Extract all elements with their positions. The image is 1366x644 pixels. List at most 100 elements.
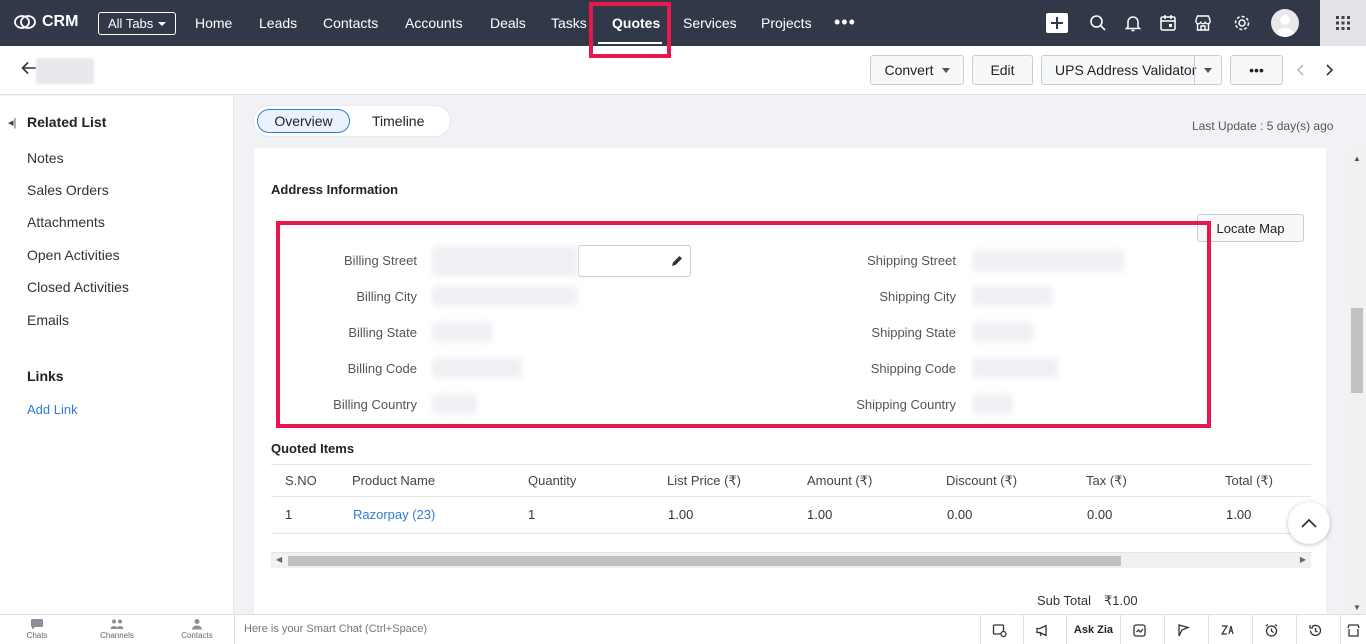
chevron-down-icon[interactable] bbox=[1204, 68, 1212, 73]
apps-grid-button[interactable] bbox=[1320, 0, 1366, 46]
convert-label: Convert bbox=[884, 62, 934, 78]
marketplace-icon[interactable] bbox=[1193, 13, 1213, 33]
crm-logo[interactable]: CRM bbox=[14, 13, 78, 31]
contacts-button[interactable]: Contacts bbox=[173, 618, 221, 640]
sub-total-value: ₹1.00 bbox=[1104, 593, 1138, 608]
avatar[interactable] bbox=[1271, 9, 1299, 37]
screen-share-button[interactable] bbox=[980, 615, 1018, 644]
scrolled-out-row bbox=[282, 142, 1182, 152]
recent-history-button[interactable] bbox=[1296, 615, 1334, 644]
tab-services[interactable]: Services bbox=[683, 15, 737, 31]
zia-icon bbox=[1220, 624, 1234, 635]
edit-label: Edit bbox=[990, 62, 1015, 78]
sidebar-item-closed-activities[interactable]: Closed Activities bbox=[27, 279, 129, 295]
sidebar-item-notes[interactable]: Notes bbox=[27, 150, 64, 166]
tab-deals[interactable]: Deals bbox=[490, 15, 526, 31]
cell-discount: 0.00 bbox=[947, 507, 973, 522]
sidebar-item-emails[interactable]: Emails bbox=[27, 312, 69, 328]
tab-tasks[interactable]: Tasks bbox=[551, 15, 587, 31]
app-name: CRM bbox=[42, 13, 79, 30]
bottom-bar: Chats Channels Contacts Here is your Sma… bbox=[0, 614, 1366, 644]
reminders-button[interactable] bbox=[1252, 615, 1290, 644]
chats-button[interactable]: Chats bbox=[13, 618, 61, 640]
sub-total-label: Sub Total bbox=[1037, 593, 1091, 608]
all-tabs-dropdown[interactable]: All Tabs bbox=[98, 12, 177, 35]
scroll-right-icon[interactable]: ▶ bbox=[1300, 555, 1306, 564]
search-icon[interactable] bbox=[1088, 13, 1108, 33]
column-header-amount: Amount (₹) bbox=[807, 473, 873, 488]
column-header-discount: Discount (₹) bbox=[946, 473, 1018, 488]
ups-address-validator-button[interactable]: UPS Address Validator bbox=[1041, 55, 1222, 85]
tab-overview[interactable]: Overview bbox=[257, 109, 350, 133]
cell-tax: 0.00 bbox=[1087, 507, 1113, 522]
tab-contacts[interactable]: Contacts bbox=[323, 15, 378, 31]
column-header-product-name: Product Name bbox=[352, 473, 436, 488]
links-title: Links bbox=[27, 368, 64, 384]
channels-icon bbox=[110, 619, 124, 629]
locate-map-button[interactable]: Locate Map bbox=[1197, 214, 1304, 242]
channels-button[interactable]: Channels bbox=[93, 618, 141, 640]
history-icon bbox=[1309, 624, 1322, 636]
collapse-sidebar-icon[interactable]: ◂| bbox=[8, 116, 16, 129]
chevron-down-icon bbox=[158, 21, 167, 26]
more-actions-button[interactable]: ••• bbox=[1230, 55, 1283, 85]
sidebar-item-attachments[interactable]: Attachments bbox=[27, 214, 105, 230]
convert-button[interactable]: Convert bbox=[870, 55, 964, 85]
bottom-bar-divider bbox=[234, 615, 235, 644]
cell-sno: 1 bbox=[285, 507, 293, 522]
horizontal-scroll-thumb[interactable] bbox=[288, 556, 1121, 566]
cell-amount: 1.00 bbox=[807, 507, 833, 522]
cell-quantity: 1 bbox=[528, 507, 536, 522]
tab-home[interactable]: Home bbox=[195, 15, 232, 31]
table-divider bbox=[271, 533, 1311, 534]
more-tabs-button[interactable]: ••• bbox=[834, 12, 856, 33]
ask-zia-button[interactable]: Ask Zia bbox=[1066, 615, 1120, 644]
marketplace-shortcut-button[interactable] bbox=[1340, 615, 1366, 644]
apps-grid-icon bbox=[1336, 16, 1350, 30]
chat-bubble-icon bbox=[31, 619, 43, 630]
chevron-up-icon bbox=[1301, 518, 1317, 528]
signals-button[interactable] bbox=[1120, 615, 1158, 644]
scroll-down-icon[interactable]: ▼ bbox=[1353, 603, 1361, 612]
sidebar-item-sales-orders[interactable]: Sales Orders bbox=[27, 182, 109, 198]
chats-label: Chats bbox=[26, 631, 48, 640]
scroll-to-top-button[interactable] bbox=[1288, 502, 1330, 544]
create-new-button[interactable] bbox=[1046, 13, 1068, 33]
table-horizontal-scrollbar[interactable]: ◀ ▶ bbox=[271, 552, 1311, 568]
button-divider bbox=[1194, 56, 1195, 84]
column-header-quantity: Quantity bbox=[528, 473, 577, 488]
table-divider bbox=[271, 496, 1311, 497]
user-silhouette-icon bbox=[1276, 15, 1294, 37]
more-actions-label: ••• bbox=[1249, 62, 1264, 78]
tab-leads[interactable]: Leads bbox=[259, 15, 297, 31]
tab-timeline[interactable]: Timeline bbox=[372, 113, 424, 129]
bell-icon[interactable] bbox=[1123, 13, 1143, 33]
add-link[interactable]: Add Link bbox=[27, 402, 78, 417]
record-header-bar: Convert Edit UPS Address Validator ••• bbox=[0, 46, 1366, 95]
channels-label: Channels bbox=[100, 631, 134, 640]
zia-translate-button[interactable] bbox=[1208, 615, 1246, 644]
announcement-button[interactable] bbox=[1023, 615, 1061, 644]
previous-record-icon[interactable] bbox=[1295, 63, 1307, 77]
last-update-text: Last Update : 5 day(s) ago bbox=[1192, 119, 1334, 133]
cell-product-name-link[interactable]: Razorpay (23) bbox=[353, 507, 435, 522]
gear-icon[interactable] bbox=[1232, 13, 1252, 33]
calendar-icon[interactable] bbox=[1158, 13, 1178, 33]
address-information-title: Address Information bbox=[271, 182, 399, 197]
column-header-list-price: List Price (₹) bbox=[667, 473, 742, 488]
flag-icon bbox=[1178, 623, 1190, 636]
next-record-icon[interactable] bbox=[1323, 63, 1335, 77]
sidebar-item-open-activities[interactable]: Open Activities bbox=[27, 247, 120, 263]
edit-button[interactable]: Edit bbox=[972, 55, 1033, 85]
smart-chat-input[interactable]: Here is your Smart Chat (Ctrl+Space) bbox=[244, 623, 427, 635]
vertical-scroll-thumb[interactable] bbox=[1351, 308, 1363, 393]
scroll-up-icon[interactable]: ▲ bbox=[1353, 154, 1361, 163]
tab-projects[interactable]: Projects bbox=[761, 15, 812, 31]
megaphone-icon bbox=[1036, 623, 1047, 637]
feeds-button[interactable] bbox=[1164, 615, 1202, 644]
scroll-left-icon[interactable]: ◀ bbox=[276, 555, 282, 564]
column-header-total: Total (₹) bbox=[1225, 473, 1274, 488]
tab-accounts[interactable]: Accounts bbox=[405, 15, 463, 31]
plus-icon bbox=[1051, 17, 1063, 29]
page-vertical-scrollbar[interactable]: ▲ ▼ bbox=[1349, 148, 1366, 618]
